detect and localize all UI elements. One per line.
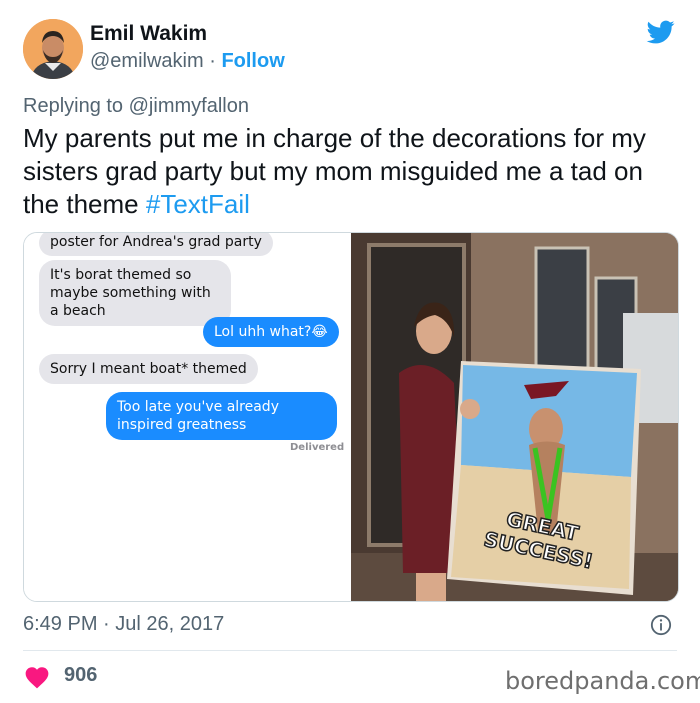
divider (23, 650, 677, 651)
imessage-screenshot: poster for Andrea's grad party It's bora… (24, 233, 351, 601)
avatar[interactable] (23, 19, 83, 79)
tweet-text: My parents put me in charge of the decor… (23, 122, 683, 221)
message-received: poster for Andrea's grad party (39, 233, 273, 256)
follow-button[interactable]: Follow (221, 50, 284, 72)
author-handle-row: @emilwakim · Follow (90, 50, 285, 73)
handle-separator: · (203, 50, 222, 72)
author-name[interactable]: Emil Wakim (90, 22, 207, 46)
reply-context: Replying to @jimmyfallon (23, 95, 249, 118)
tweet-media[interactable]: poster for Andrea's grad party It's bora… (23, 232, 679, 602)
hashtag-link[interactable]: #TextFail (146, 189, 250, 219)
reply-prefix: Replying to (23, 95, 129, 117)
message-sent: Too late you've already inspired greatne… (106, 392, 337, 440)
reply-mention-link[interactable]: @jimmyfallon (129, 95, 249, 117)
info-icon[interactable] (650, 614, 672, 636)
boredpanda-watermark: boredpanda.com (505, 667, 700, 695)
message-received: It's borat themed so maybe something wit… (39, 260, 231, 326)
tweet-timestamp[interactable]: 6:49 PM · Jul 26, 2017 (23, 613, 224, 636)
avatar-image (23, 19, 83, 79)
message-sent: Lol uhh what?😂 (203, 317, 339, 347)
delivered-status: Delivered (290, 442, 345, 453)
tweet-body: My parents put me in charge of the decor… (23, 123, 646, 219)
twitter-bird-icon[interactable] (645, 18, 677, 46)
heart-icon[interactable] (24, 665, 50, 689)
party-photo: GREAT SUCCESS! (351, 233, 678, 601)
message-received: Sorry I meant boat* themed (39, 354, 258, 384)
author-handle[interactable]: @emilwakim (90, 50, 204, 72)
like-count[interactable]: 906 (64, 664, 97, 687)
